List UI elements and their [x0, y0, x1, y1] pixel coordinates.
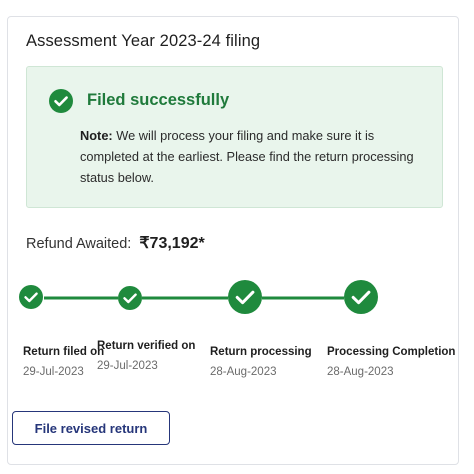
step-label-processing: Return processing — [210, 346, 312, 358]
step-label-completion: Processing Completion — [327, 346, 456, 358]
check-circle-icon — [49, 89, 73, 113]
step-label-verified: Return verified on — [97, 340, 196, 352]
card-title: Assessment Year 2023-24 filing — [26, 32, 261, 50]
note-text: We will process your filing and make sur… — [80, 128, 414, 185]
note-label: Note: — [80, 128, 113, 143]
refund-amount: ₹73,192* — [139, 235, 205, 252]
step-date-completion: 28-Aug-2023 — [327, 366, 394, 378]
step-date-filed: 29-Jul-2023 — [23, 366, 84, 378]
step-label-filed: Return filed on — [23, 346, 105, 358]
refund-label: Refund Awaited: — [26, 236, 132, 252]
refund-summary: Refund Awaited: ₹73,192* — [26, 233, 205, 253]
status-note: Note: We will process your filing and ma… — [80, 125, 420, 188]
status-title: Filed successfully — [87, 91, 230, 109]
step-date-verified: 29-Jul-2023 — [97, 360, 158, 372]
file-revised-return-button[interactable]: File revised return — [12, 411, 170, 445]
step-date-processing: 28-Aug-2023 — [210, 366, 277, 378]
